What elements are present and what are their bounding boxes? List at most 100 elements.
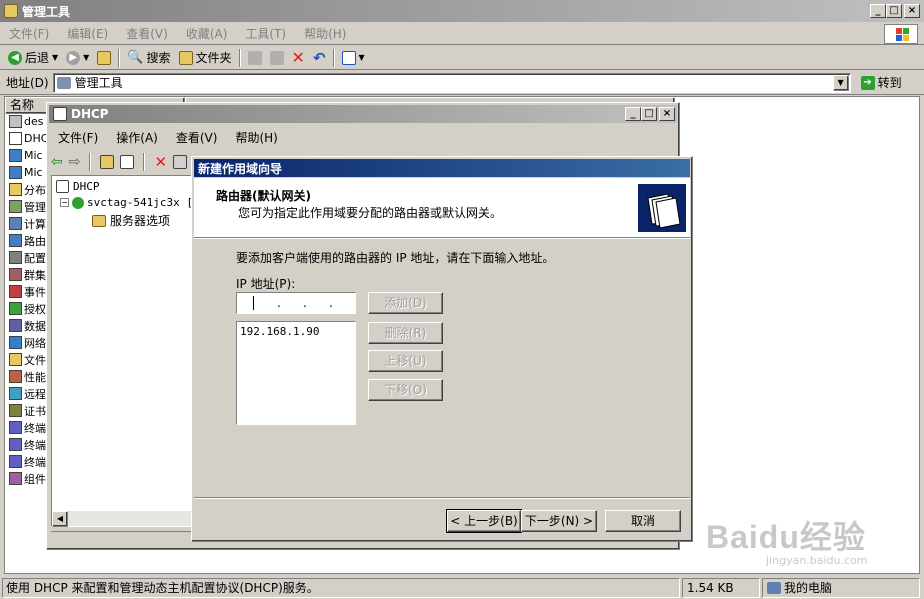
- dropdown-arrow-icon[interactable]: ▼: [83, 53, 89, 62]
- tree-item-dhcp[interactable]: DHCP: [56, 180, 100, 193]
- list-item[interactable]: 终端: [9, 436, 49, 453]
- menu-tools[interactable]: 工具(T): [236, 25, 295, 42]
- list-item[interactable]: 计算: [9, 215, 49, 232]
- maximize-button[interactable]: □: [886, 4, 902, 18]
- wizard-titlebar[interactable]: 新建作用域向导: [194, 159, 690, 177]
- dhcp-titlebar[interactable]: DHCP: [49, 105, 677, 123]
- dhcp-close-button[interactable]: ×: [659, 107, 675, 121]
- my-computer-icon: [767, 581, 781, 594]
- toolbar-separator: [332, 48, 335, 67]
- views-button[interactable]: ▼: [338, 47, 369, 69]
- delete-button[interactable]: ✕: [288, 47, 309, 69]
- admin-tool-icon: [9, 370, 22, 383]
- search-button[interactable]: 🔍 搜索: [123, 47, 174, 69]
- move-down-button[interactable]: 下移(O): [368, 379, 443, 401]
- list-item[interactable]: 管理: [9, 198, 49, 215]
- list-item[interactable]: des: [9, 113, 49, 130]
- tree-item-server[interactable]: − svctag-541jc3x [: [60, 196, 193, 209]
- dhcp-minimize-button[interactable]: _: [625, 107, 641, 121]
- address-dropdown-button[interactable]: ▼: [832, 74, 849, 91]
- forward-arrow-icon[interactable]: ⇨: [69, 154, 81, 170]
- admin-tool-icon: [9, 336, 22, 349]
- list-item[interactable]: 数据: [9, 317, 49, 334]
- list-item[interactable]: 组件: [9, 470, 49, 487]
- admin-tool-icon: [9, 353, 22, 366]
- dhcp-menu-action[interactable]: 操作(A): [107, 129, 167, 146]
- minimize-button[interactable]: _: [870, 4, 886, 18]
- baidu-watermark: Baidu经验 jingyan.baidu.com: [706, 512, 916, 574]
- dhcp-maximize-button[interactable]: □: [641, 107, 657, 121]
- show-hide-tree-icon[interactable]: [120, 155, 135, 169]
- list-item[interactable]: 网络: [9, 334, 49, 351]
- ip-address-list[interactable]: 192.168.1.90: [236, 321, 356, 425]
- remove-button[interactable]: 删除(R): [368, 322, 443, 344]
- admin-tool-icon: [9, 404, 22, 417]
- up-folder-button[interactable]: [93, 47, 115, 69]
- list-item[interactable]: Mic: [9, 164, 49, 181]
- folder-icon: [56, 76, 71, 89]
- dropdown-arrow-icon[interactable]: ▼: [52, 53, 58, 62]
- dhcp-menu-help[interactable]: 帮助(H): [226, 129, 286, 146]
- dhcp-menu-file[interactable]: 文件(F): [49, 129, 107, 146]
- list-item[interactable]: 性能: [9, 368, 49, 385]
- admin-tool-icon: [9, 149, 22, 162]
- delete-x-icon[interactable]: ✕: [154, 153, 167, 171]
- list-item[interactable]: 证书: [9, 402, 49, 419]
- up-level-icon[interactable]: [100, 155, 115, 169]
- list-item[interactable]: 群集: [9, 266, 49, 283]
- dhcp-menu-view[interactable]: 查看(V): [167, 129, 227, 146]
- add-button[interactable]: 添加(D): [368, 292, 443, 314]
- list-item-label: 配置: [24, 251, 46, 265]
- back-arrow-icon[interactable]: ⇦: [51, 154, 63, 170]
- tree-hscrollbar[interactable]: ◀: [52, 510, 192, 527]
- properties-icon[interactable]: [173, 155, 188, 169]
- explorer-titlebar[interactable]: 管理工具: [0, 0, 924, 22]
- cancel-button[interactable]: 取消: [605, 510, 681, 532]
- admin-tool-icon: [9, 183, 22, 196]
- list-item[interactable]: 授权: [9, 300, 49, 317]
- back-button[interactable]: < 上一步(B): [446, 509, 522, 533]
- list-item[interactable]: 路由: [9, 232, 49, 249]
- tree-item-server-options[interactable]: 服务器选项: [92, 212, 170, 229]
- list-item-label: 事件: [24, 285, 46, 299]
- tree-expand-icon[interactable]: −: [60, 198, 69, 207]
- list-item-label: Mic: [24, 166, 43, 179]
- undo-button[interactable]: ↶: [309, 47, 330, 69]
- ip-address-input[interactable]: . . .: [236, 292, 356, 314]
- back-button[interactable]: ◀ 后退 ▼: [4, 47, 62, 69]
- address-input[interactable]: 管理工具 ▼: [52, 72, 851, 93]
- list-item[interactable]: 远程: [9, 385, 49, 402]
- ip-address-label: IP 地址(P):: [236, 277, 296, 291]
- menu-edit[interactable]: 编辑(E): [58, 25, 117, 42]
- forward-button[interactable]: ▶ ▼: [62, 47, 93, 69]
- scroll-left-button[interactable]: ◀: [52, 511, 68, 527]
- move-up-button[interactable]: 上移(U): [368, 350, 443, 372]
- close-button[interactable]: ×: [904, 4, 920, 18]
- folder-icon: [178, 50, 193, 65]
- list-item-label: 群集: [24, 268, 46, 282]
- list-item[interactable]: Mic: [9, 147, 49, 164]
- go-button[interactable]: ➔ 转到: [857, 72, 906, 94]
- views-grid-icon: [341, 50, 356, 65]
- menu-view[interactable]: 查看(V): [117, 25, 177, 42]
- list-item-label: 远程: [24, 387, 46, 401]
- ip-list-item[interactable]: 192.168.1.90: [240, 325, 352, 338]
- copy-to-button[interactable]: [266, 47, 288, 69]
- next-button[interactable]: 下一步(N) >: [521, 510, 597, 532]
- list-item[interactable]: DHC: [9, 130, 49, 147]
- ip-list-items: 192.168.1.90: [240, 325, 352, 338]
- ip-octet-dot: .: [303, 296, 307, 310]
- menu-file[interactable]: 文件(F): [0, 25, 58, 42]
- list-item[interactable]: 分布: [9, 181, 49, 198]
- list-item[interactable]: 文件: [9, 351, 49, 368]
- list-item-label: 分布: [24, 183, 46, 197]
- move-to-button[interactable]: [244, 47, 266, 69]
- list-item[interactable]: 配置: [9, 249, 49, 266]
- list-item[interactable]: 事件: [9, 283, 49, 300]
- folders-button[interactable]: 文件夹: [175, 47, 236, 69]
- menu-favorites[interactable]: 收藏(A): [177, 25, 237, 42]
- list-item[interactable]: 终端: [9, 453, 49, 470]
- dhcp-toolbar: ⇦ ⇨ ✕: [51, 151, 201, 173]
- menu-help[interactable]: 帮助(H): [295, 25, 355, 42]
- list-item[interactable]: 终端: [9, 419, 49, 436]
